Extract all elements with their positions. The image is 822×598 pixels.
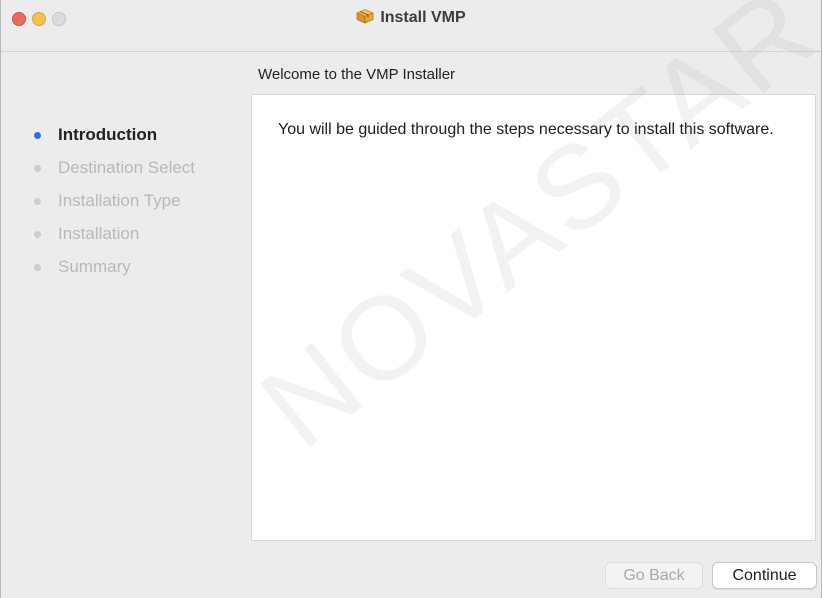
step-label: Destination Select [58,158,196,177]
step-installation-type: Installation Type [31,190,241,223]
go-back-button[interactable]: Go Back [605,562,703,589]
window-title-group: Install VMP [1,8,821,27]
step-indicator-dot [34,264,41,271]
step-destination-select: Destination Select [31,157,241,190]
step-introduction: Introduction [31,124,241,157]
page-heading: Welcome to the VMP Installer [258,66,456,83]
step-label: Introduction [58,125,158,144]
step-indicator-dot [34,165,41,172]
step-indicator-dot [34,132,41,139]
installer-steps: Introduction Destination Select Installa… [31,124,241,289]
step-installation: Installation [31,223,241,256]
step-indicator-dot [34,198,41,205]
step-summary: Summary [31,256,241,289]
step-label: Summary [58,257,131,276]
step-label: Installation [58,224,140,243]
content-panel: You will be guided through the steps nec… [251,94,816,541]
step-indicator-dot [34,231,41,238]
window-title: Install VMP [380,9,466,26]
title-bar[interactable]: Install VMP [1,0,821,52]
intro-message: You will be guided through the steps nec… [278,121,774,138]
step-label: Installation Type [58,191,181,210]
continue-button[interactable]: Continue [712,562,817,589]
installer-window: Install VMP Welcome to the VMP Installer… [0,0,822,598]
package-icon [356,9,375,24]
